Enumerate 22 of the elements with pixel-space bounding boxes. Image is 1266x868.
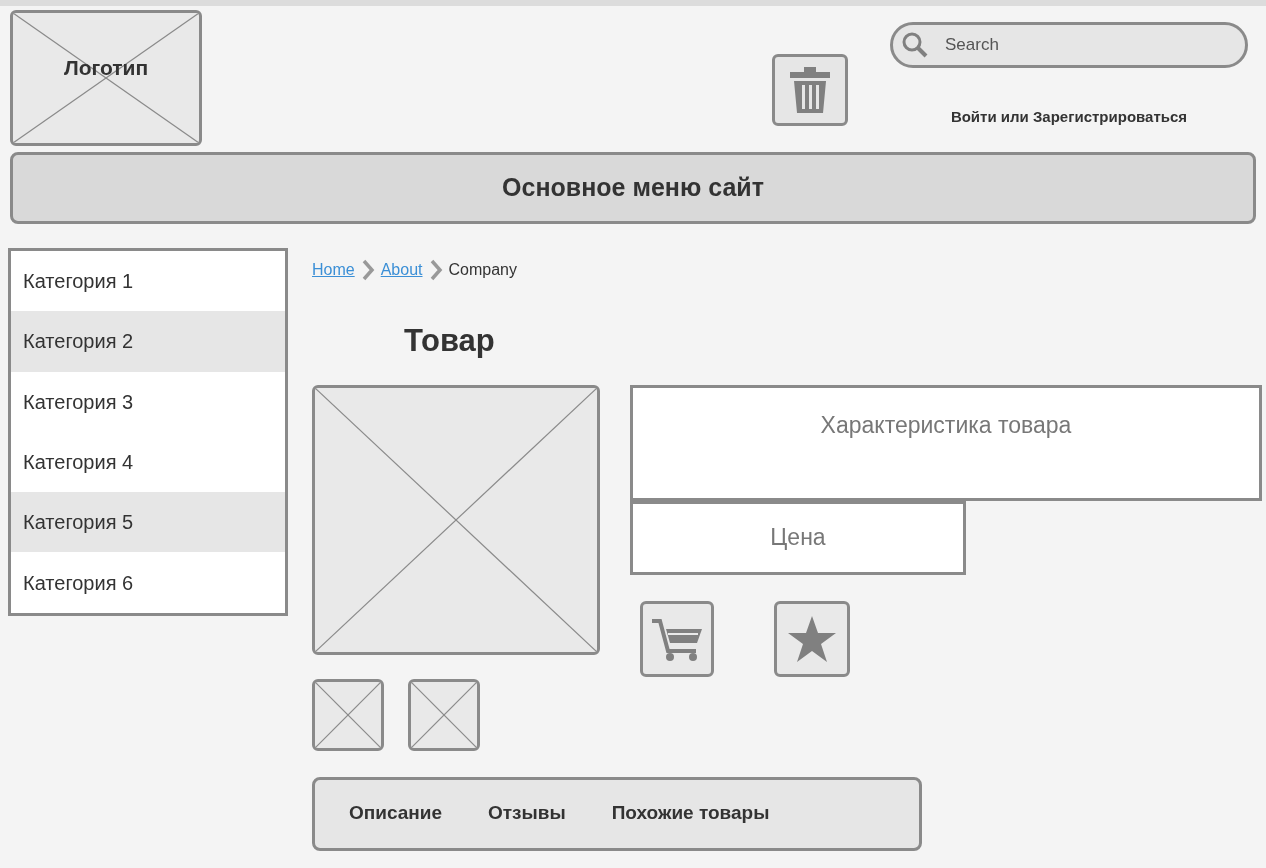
search-field[interactable]: Search: [890, 22, 1248, 68]
trash-button[interactable]: [772, 54, 848, 126]
specs-box: Характеристика товара: [630, 384, 1262, 501]
category-item[interactable]: Категория 5: [11, 492, 285, 553]
search-icon: [902, 32, 928, 58]
favorite-button[interactable]: [774, 600, 850, 677]
tab[interactable]: Похожие товары: [611, 799, 770, 828]
tab[interactable]: Отзывы: [488, 799, 566, 828]
breadcrumb-current: Company: [448, 260, 517, 280]
product-title: Товар: [404, 322, 496, 360]
main-menu-bar[interactable]: Основное меню сайт: [10, 152, 1256, 224]
star-icon: [787, 614, 837, 663]
price-box: Цена: [630, 500, 966, 575]
trash-icon: [789, 67, 831, 113]
cart-button[interactable]: [640, 600, 714, 677]
cart-icon: [650, 616, 704, 661]
logo-text: Логотип: [63, 55, 149, 82]
tab[interactable]: Описание: [349, 799, 443, 828]
chevron-icon: [360, 259, 375, 281]
login-link[interactable]: Войти или Зарегистрироваться: [950, 106, 1188, 129]
chevron-icon: [428, 259, 443, 281]
category-item[interactable]: Категория 2: [11, 311, 285, 372]
